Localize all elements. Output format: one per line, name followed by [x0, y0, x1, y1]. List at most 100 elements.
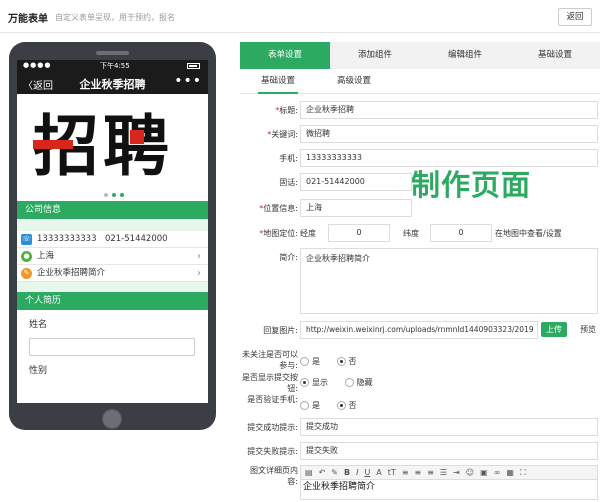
- image-url-input[interactable]: http://weixin.weixinrj.com/uploads/rnmnl…: [300, 321, 538, 339]
- editor-toolbar: ▤ ↶ ✎ B I U A tT ≡ ≡ ≡ ☰ ⇥ ☺ ▣ ∞ ▦ ⛶: [300, 465, 598, 480]
- follow-radio-group: 是 否: [300, 356, 371, 368]
- tab-add-component[interactable]: 添加组件: [330, 42, 420, 69]
- radio-selected-icon: [300, 378, 309, 387]
- tab-edit-component[interactable]: 编辑组件: [420, 42, 510, 69]
- contact-phone-text: 13333333333 021-51442000: [37, 234, 168, 244]
- lng-label: 经度: [300, 229, 316, 238]
- lat-label: 纬度: [403, 229, 419, 238]
- sub-tabs: 基础设置 高级设置: [240, 69, 600, 94]
- status-time: 下午4:55: [100, 62, 130, 70]
- chevron-right-icon: ›: [197, 268, 201, 279]
- lng-input[interactable]: 0: [328, 224, 390, 242]
- lat-input[interactable]: 0: [430, 224, 492, 242]
- fail-input[interactable]: 提交失败: [300, 442, 598, 460]
- signal-icon: ●●●●: [23, 61, 52, 69]
- follow-yes-option[interactable]: 是: [300, 356, 320, 368]
- status-bar: ●●●● 下午4:55: [17, 60, 208, 72]
- title-label: *标题:: [275, 106, 298, 115]
- banner-image: 招聘: [17, 94, 208, 201]
- watermark-text: 制作页面: [411, 168, 532, 202]
- field-gender-label: 性别: [29, 366, 48, 376]
- align-left-icon[interactable]: ≡: [402, 468, 409, 477]
- source-icon[interactable]: ▤: [305, 468, 313, 477]
- tel-input[interactable]: 021-51442000: [300, 173, 412, 191]
- underline-icon[interactable]: U: [364, 468, 370, 477]
- upload-button[interactable]: 上传: [541, 322, 567, 337]
- success-label: 提交成功提示:: [247, 423, 298, 432]
- banner-red-star-icon: [130, 130, 144, 144]
- radio-icon: [300, 401, 309, 410]
- title-input[interactable]: 企业秋季招聘: [300, 101, 598, 119]
- radio-selected-icon: [336, 401, 346, 410]
- fullscreen-icon[interactable]: ⛶: [520, 468, 526, 478]
- contact-location-text: 上海: [37, 251, 55, 261]
- more-icon[interactable]: •••: [174, 73, 202, 89]
- name-input[interactable]: [29, 338, 195, 356]
- phone-navbar: 〈返回 企业秋季招聘 •••: [17, 72, 208, 94]
- pencil-icon: ✎: [21, 268, 32, 279]
- page-title: 万能表单: [8, 14, 48, 25]
- intro-textarea[interactable]: 企业秋季招聘简介: [300, 248, 598, 314]
- keyword-input[interactable]: 微招聘: [300, 125, 598, 143]
- home-button[interactable]: [102, 409, 122, 429]
- radio-selected-icon: [336, 357, 346, 366]
- verify-radio-group: 是 否: [300, 400, 371, 412]
- contact-intro-row[interactable]: ✎ 企业秋季招聘简介 ›: [17, 265, 208, 282]
- subtab-basic[interactable]: 基础设置: [258, 69, 298, 94]
- mobile-label: 手机:: [279, 154, 298, 163]
- show-submit-hide-option[interactable]: 隐藏: [344, 377, 373, 389]
- section-company-header: 公司信息: [17, 201, 208, 219]
- settings-panel: 表单设置 添加组件 编辑组件 基础设置 基础设置 高级设置 制作页面 *标题: …: [240, 42, 600, 502]
- mobile-input[interactable]: 13333333333: [300, 149, 598, 167]
- undo-icon[interactable]: ↶: [319, 468, 326, 477]
- show-submit-radio-group: 显示 隐藏: [300, 377, 387, 389]
- chevron-right-icon: ›: [197, 251, 201, 262]
- tab-form-settings[interactable]: 表单设置: [240, 42, 330, 69]
- align-center-icon[interactable]: ≡: [415, 468, 422, 477]
- follow-no-option[interactable]: 否: [336, 356, 357, 368]
- show-submit-show-option[interactable]: 显示: [300, 377, 328, 389]
- contact-intro-text: 企业秋季招聘简介: [37, 268, 106, 278]
- table-icon[interactable]: ▦: [506, 468, 514, 477]
- font-size-icon[interactable]: tT: [388, 468, 396, 477]
- link-icon[interactable]: ∞: [494, 468, 501, 477]
- show-submit-label: 是否显示提交按钮:: [242, 373, 298, 393]
- font-color-icon[interactable]: A: [376, 468, 381, 477]
- phone-speaker: [96, 51, 129, 55]
- indent-icon[interactable]: ⇥: [453, 468, 460, 477]
- phone-preview: ●●●● 下午4:55 〈返回 企业秋季招聘 ••• 招聘 公司信息 ☏ 133…: [9, 42, 216, 430]
- preview-link[interactable]: 预览: [580, 324, 596, 335]
- subtab-advanced[interactable]: 高级设置: [334, 69, 374, 94]
- battery-icon: [187, 63, 200, 69]
- intro-label: 简介:: [279, 253, 298, 262]
- phone-icon: ☏: [21, 234, 32, 245]
- page-subtitle: 自定义表单呈现，用于预约，报名: [55, 13, 175, 22]
- banner-red-bar: [33, 140, 73, 149]
- fail-label: 提交失败提示:: [247, 447, 298, 456]
- field-name-label: 姓名: [29, 320, 48, 330]
- keyword-label: *关键词:: [267, 130, 298, 139]
- radio-icon: [300, 357, 309, 366]
- brush-icon[interactable]: ✎: [331, 468, 338, 477]
- list-icon[interactable]: ☰: [440, 468, 447, 477]
- rich-text-editor[interactable]: 企业秋季招聘简介: [300, 480, 598, 500]
- bold-icon[interactable]: B: [344, 468, 350, 477]
- italic-icon[interactable]: I: [356, 468, 358, 477]
- location-input[interactable]: 上海: [300, 199, 412, 217]
- tab-basic-settings[interactable]: 基础设置: [510, 42, 600, 69]
- contact-location-row[interactable]: ● 上海 ›: [17, 248, 208, 265]
- back-button[interactable]: 返回: [558, 8, 592, 26]
- tel-label: 固话:: [279, 178, 298, 187]
- location-label: *位置信息:: [259, 204, 298, 213]
- image-icon[interactable]: ▣: [480, 468, 488, 477]
- emoji-icon[interactable]: ☺: [466, 468, 474, 477]
- detail-label: 图文详细页内容:: [250, 466, 298, 486]
- verify-no-option[interactable]: 否: [336, 400, 357, 412]
- carousel-dots[interactable]: [104, 190, 128, 200]
- verify-yes-option[interactable]: 是: [300, 400, 320, 412]
- contact-phone-row[interactable]: ☏ 13333333333 021-51442000: [17, 231, 208, 248]
- section-personal-header: 个人简历: [17, 292, 208, 310]
- map-link[interactable]: 在地图中查看/设置: [495, 228, 562, 239]
- align-right-icon[interactable]: ≡: [427, 468, 434, 477]
- success-input[interactable]: 提交成功: [300, 418, 598, 436]
